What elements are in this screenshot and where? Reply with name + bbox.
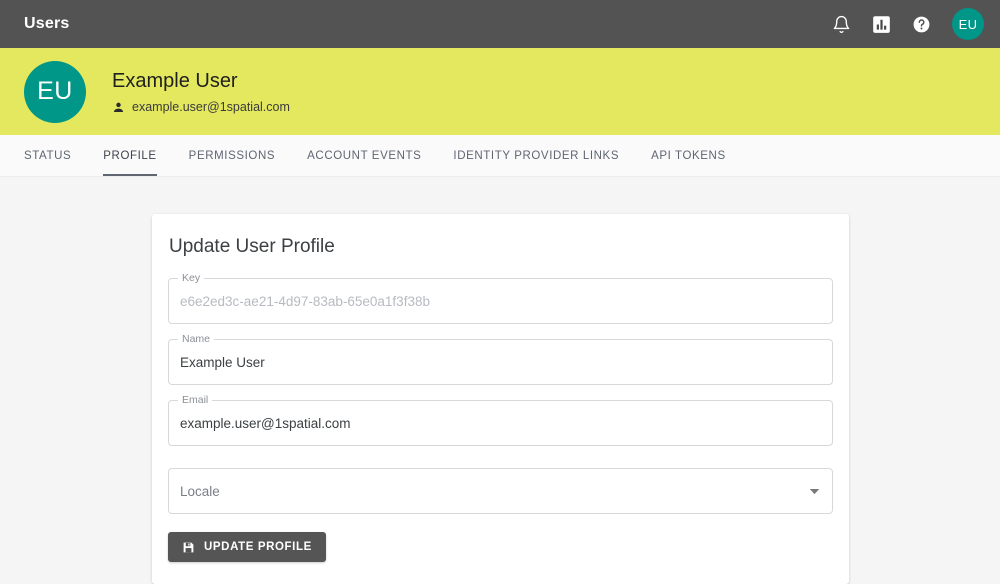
email-field-value: example.user@1spatial.com (169, 416, 832, 431)
help-question-icon[interactable] (908, 11, 934, 37)
key-field-label: Key (178, 272, 204, 284)
update-user-profile-card: Update User Profile Key e6e2ed3c-ae21-4d… (152, 214, 849, 584)
key-field-value: e6e2ed3c-ae21-4d97-83ab-65e0a1f3f38b (169, 294, 832, 309)
update-profile-button-label: UPDATE PROFILE (204, 541, 312, 553)
banner-avatar: EU (24, 61, 86, 123)
locale-select[interactable]: Locale (168, 468, 833, 514)
key-field[interactable]: Key e6e2ed3c-ae21-4d97-83ab-65e0a1f3f38b (168, 278, 833, 324)
app-bar: Users EU (0, 0, 1000, 48)
save-floppy-icon (182, 541, 195, 554)
main-content: Update User Profile Key e6e2ed3c-ae21-4d… (0, 177, 1000, 584)
tab-bar: STATUS PROFILE PERMISSIONS ACCOUNT EVENT… (0, 135, 1000, 177)
name-field[interactable]: Name Example User (168, 339, 833, 385)
notifications-bell-icon[interactable] (828, 11, 854, 37)
update-profile-button[interactable]: UPDATE PROFILE (168, 532, 326, 562)
person-icon (112, 101, 132, 114)
page-title: Users (24, 15, 69, 33)
tab-profile[interactable]: PROFILE (87, 135, 172, 176)
avatar[interactable]: EU (952, 8, 984, 40)
name-field-value: Example User (169, 355, 832, 370)
tab-permissions[interactable]: PERMISSIONS (173, 135, 291, 176)
banner-user-email-row: example.user@1spatial.com (112, 100, 290, 114)
tab-api-tokens[interactable]: API TOKENS (635, 135, 742, 176)
appbar-actions: EU (828, 8, 984, 40)
banner-user-name: Example User (112, 69, 290, 93)
tab-identity-provider-links[interactable]: IDENTITY PROVIDER LINKS (437, 135, 635, 176)
banner-user-email: example.user@1spatial.com (132, 100, 290, 114)
insights-chart-icon[interactable] (868, 11, 894, 37)
chevron-down-icon (809, 488, 832, 495)
email-field-label: Email (178, 394, 212, 406)
user-banner: EU Example User example.user@1spatial.co… (0, 48, 1000, 135)
email-field[interactable]: Email example.user@1spatial.com (168, 400, 833, 446)
name-field-label: Name (178, 333, 214, 345)
tab-status[interactable]: STATUS (8, 135, 87, 176)
banner-text: Example User example.user@1spatial.com (112, 69, 290, 114)
locale-select-placeholder: Locale (169, 484, 220, 499)
tab-account-events[interactable]: ACCOUNT EVENTS (291, 135, 437, 176)
card-title: Update User Profile (168, 236, 833, 258)
